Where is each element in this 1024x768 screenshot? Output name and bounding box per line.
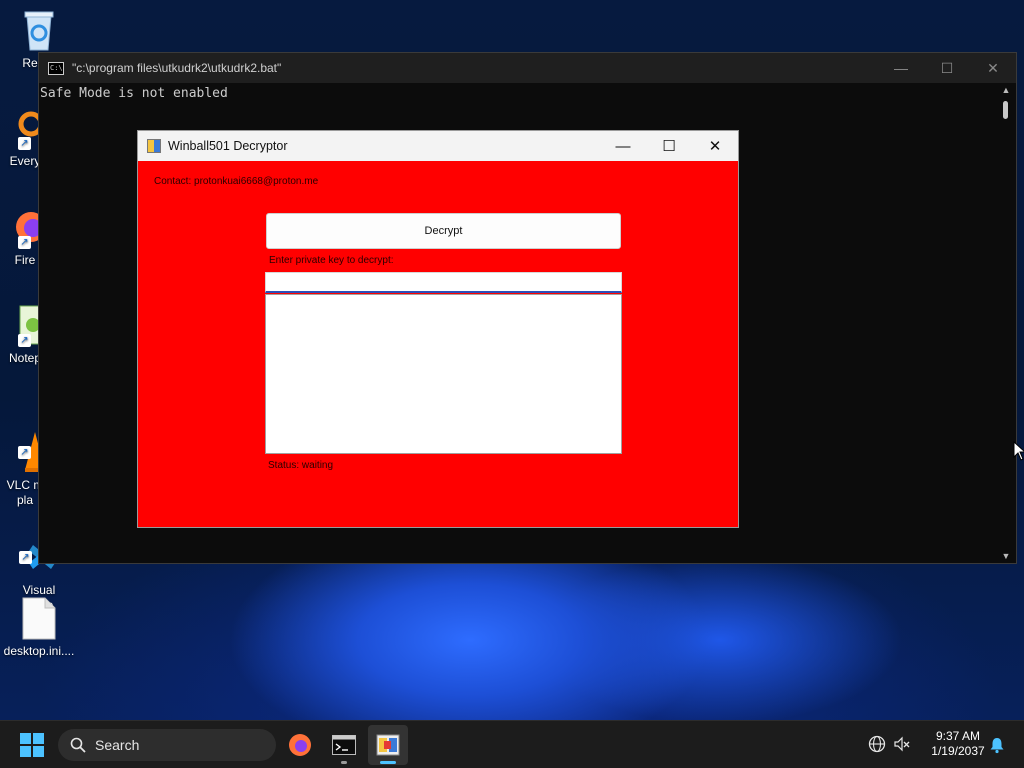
taskbar-clock[interactable]: 9:37 AM 1/19/2037	[918, 729, 998, 759]
decryptor-titlebar[interactable]: Winball501 Decryptor — ☐ ✕	[138, 131, 738, 161]
windows-logo-icon	[20, 733, 44, 757]
cmd-app-icon: C:\	[48, 61, 64, 75]
cmd-window-title: "c:\program files\utkudrk2\utkudrk2.bat"	[72, 61, 282, 75]
recycle-bin-icon	[19, 8, 59, 52]
search-placeholder: Search	[95, 737, 140, 753]
status-label: Status: waiting	[268, 460, 334, 471]
search-icon	[70, 737, 86, 753]
taskbar-search-box[interactable]: Search	[58, 729, 276, 761]
key-prompt-label: Enter private key to decrypt:	[269, 255, 394, 266]
decryptor-app-icon	[147, 139, 161, 153]
decryptor-app-icon	[376, 734, 400, 756]
shortcut-arrow-icon: ↗	[18, 137, 31, 150]
active-indicator	[380, 761, 396, 764]
scroll-down-icon[interactable]: ▼	[996, 549, 1016, 563]
scroll-up-icon[interactable]: ▲	[996, 83, 1016, 97]
terminal-icon	[332, 735, 356, 755]
clock-time: 9:37 AM	[935, 729, 981, 743]
file-icon	[19, 596, 59, 640]
running-indicator	[341, 761, 347, 764]
shortcut-arrow-icon: ↗	[18, 236, 31, 249]
desktop-icon-label: desktop.ini....	[3, 644, 75, 658]
cmd-close-button[interactable]: ✕	[970, 53, 1016, 83]
decryptor-body: Contact: protonkuai6668@proton.me Decryp…	[138, 161, 738, 527]
cmd-scrollbar[interactable]: ▲ ▼	[996, 83, 1016, 563]
clock-date: 1/19/2037	[931, 744, 985, 758]
taskbar-app-firefox[interactable]	[280, 725, 320, 765]
decryptor-window-title: Winball501 Decryptor	[168, 139, 288, 153]
cmd-minimize-button[interactable]: —	[878, 53, 924, 83]
decryptor-maximize-button[interactable]: ☐	[646, 131, 692, 161]
desktop-icon-desktop-ini[interactable]: desktop.ini....	[0, 596, 78, 659]
shortcut-arrow-icon: ↗	[19, 551, 32, 564]
shortcut-arrow-icon: ↗	[18, 446, 31, 459]
volume-muted-icon[interactable]	[893, 735, 911, 753]
shortcut-arrow-icon: ↗	[18, 334, 31, 347]
notification-bell-icon[interactable]	[988, 736, 1006, 754]
cmd-titlebar[interactable]: C:\ "c:\program files\utkudrk2\utkudrk2.…	[39, 53, 1016, 83]
decryptor-minimize-button[interactable]: —	[600, 131, 646, 161]
network-globe-icon[interactable]	[868, 735, 886, 753]
private-key-input[interactable]	[265, 272, 622, 293]
start-button[interactable]	[14, 729, 50, 761]
taskbar-app-command-prompt[interactable]	[324, 725, 364, 765]
mouse-cursor-icon	[1013, 441, 1024, 461]
firefox-icon	[289, 734, 311, 756]
decrypt-button[interactable]: Decrypt	[266, 213, 621, 249]
scroll-thumb[interactable]	[1003, 101, 1008, 119]
output-textarea[interactable]	[265, 294, 622, 454]
taskbar: Search 9:37 AM 1/19/2037	[0, 720, 1024, 768]
decryptor-close-button[interactable]: ✕	[692, 131, 738, 161]
decryptor-window[interactable]: Winball501 Decryptor — ☐ ✕ Contact: prot…	[137, 130, 739, 528]
cmd-maximize-button[interactable]: ☐	[924, 53, 970, 83]
contact-label: Contact: protonkuai6668@proton.me	[154, 176, 319, 187]
taskbar-app-decryptor[interactable]	[368, 725, 408, 765]
